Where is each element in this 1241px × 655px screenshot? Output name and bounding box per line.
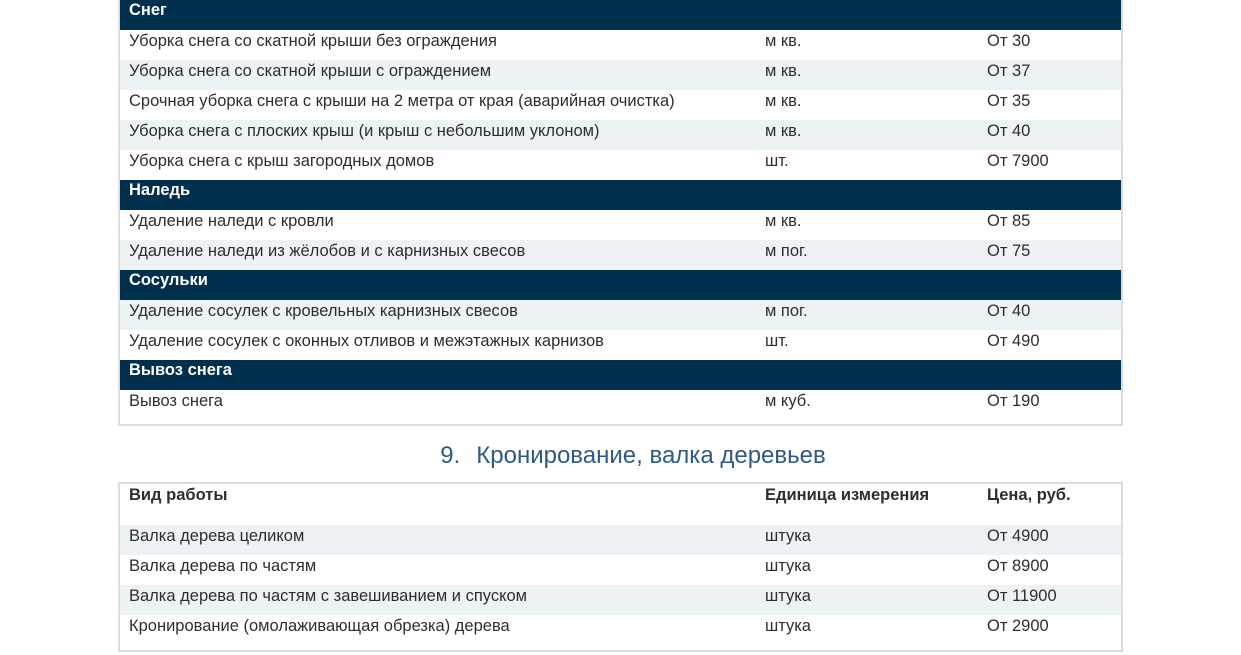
unit-cell: м кв. xyxy=(765,122,802,140)
unit-cell: шт. xyxy=(765,152,789,170)
price-cell: От 30 xyxy=(987,32,1031,50)
table-row: Вывоз снега м куб. От 190 xyxy=(120,390,1121,420)
table-row: Удаление сосулек с оконных отливов и меж… xyxy=(120,330,1121,360)
price-cell: От 40 xyxy=(987,302,1031,320)
column-header-work: Вид работы xyxy=(129,486,228,504)
work-cell: Кронирование (омолаживающая обрезка) дер… xyxy=(129,617,510,635)
group-title: Сосульки xyxy=(129,271,208,289)
work-cell: Срочная уборка снега с крыши на 2 метра … xyxy=(129,92,675,110)
table-row: Уборка снега с плоских крыш (и крыш с не… xyxy=(120,120,1121,150)
table-row: Кронирование (омолаживающая обрезка) дер… xyxy=(120,615,1121,645)
table-row: Уборка снега со скатной крыши с огражден… xyxy=(120,60,1121,90)
table-row: Удаление наледи из жёлобов и с карнизных… xyxy=(120,240,1121,270)
price-cell: От 8900 xyxy=(987,557,1049,575)
price-cell: От 37 xyxy=(987,62,1031,80)
unit-cell: м пог. xyxy=(765,242,808,260)
price-cell: От 190 xyxy=(987,392,1040,410)
group-header-ice: Наледь xyxy=(120,180,1121,210)
work-cell: Удаление наледи с кровли xyxy=(129,212,334,230)
work-cell: Удаление сосулек с кровельных карнизных … xyxy=(129,302,518,320)
table-header-row: Вид работы Единица измерения Цена, руб. xyxy=(120,484,1121,525)
work-cell: Уборка снега со скатной крыши с огражден… xyxy=(129,62,492,80)
column-header-price: Цена, руб. xyxy=(987,486,1071,504)
work-cell: Валка дерева по частям xyxy=(129,557,317,575)
work-cell: Валка дерева по частям с завешиванием и … xyxy=(129,587,527,605)
table-row: Валка дерева по частям с завешиванием и … xyxy=(120,585,1121,615)
unit-cell: м кв. xyxy=(765,62,802,80)
unit-cell: м куб. xyxy=(765,392,811,410)
table-row: Удаление наледи с кровли м кв. От 85 xyxy=(120,210,1121,240)
work-cell: Уборка снега с плоских крыш (и крыш с не… xyxy=(129,122,600,140)
group-title: Вывоз снега xyxy=(129,361,232,379)
work-cell: Уборка снега со скатной крыши без огражд… xyxy=(129,32,497,50)
unit-cell: штука xyxy=(765,617,811,635)
group-header-snow-removal: Вывоз снега xyxy=(120,360,1121,390)
section-heading: 9. Кронирование, валка деревьев xyxy=(0,441,1241,471)
price-cell: От 85 xyxy=(987,212,1031,230)
tree-work-price-table: Вид работы Единица измерения Цена, руб. … xyxy=(118,482,1123,652)
table-row: Уборка снега с крыш загородных домов шт.… xyxy=(120,150,1121,180)
price-cell: От 11900 xyxy=(987,587,1057,605)
work-cell: Удаление сосулек с оконных отливов и меж… xyxy=(129,332,604,350)
work-cell: Уборка снега с крыш загородных домов xyxy=(129,152,435,170)
group-header-snow: Снег xyxy=(120,0,1121,30)
price-cell: От 2900 xyxy=(987,617,1049,635)
table-row: Валка дерева целиком штука От 4900 xyxy=(120,525,1121,555)
unit-cell: м кв. xyxy=(765,212,802,230)
column-header-unit: Единица измерения xyxy=(765,486,930,504)
unit-cell: м кв. xyxy=(765,92,802,110)
work-cell: Удаление наледи из жёлобов и с карнизных… xyxy=(129,242,526,260)
table-row: Уборка снега со скатной крыши без огражд… xyxy=(120,30,1121,60)
section-number: 9. xyxy=(440,442,461,469)
section-title: Кронирование, валка деревьев xyxy=(476,442,826,469)
unit-cell: м пог. xyxy=(765,302,808,320)
table-row: Удаление сосулек с кровельных карнизных … xyxy=(120,300,1121,330)
unit-cell: шт. xyxy=(765,332,789,350)
group-title: Снег xyxy=(129,1,167,19)
unit-cell: м кв. xyxy=(765,32,802,50)
price-cell: От 40 xyxy=(987,122,1031,140)
price-cell: От 35 xyxy=(987,92,1031,110)
table-row: Валка дерева по частям штука От 8900 xyxy=(120,555,1121,585)
work-cell: Вывоз снега xyxy=(129,392,223,410)
price-cell: От 75 xyxy=(987,242,1031,260)
unit-cell: штука xyxy=(765,557,811,575)
unit-cell: штука xyxy=(765,527,811,545)
work-cell: Валка дерева целиком xyxy=(129,527,305,545)
unit-cell: штука xyxy=(765,587,811,605)
table-row: Срочная уборка снега с крыши на 2 метра … xyxy=(120,90,1121,120)
price-cell: От 490 xyxy=(987,332,1040,350)
snow-removal-price-table: Снег Уборка снега со скатной крыши без о… xyxy=(118,0,1123,426)
price-cell: От 4900 xyxy=(987,527,1049,545)
price-cell: От 7900 xyxy=(987,152,1049,170)
group-header-icicles: Сосульки xyxy=(120,270,1121,300)
group-title: Наледь xyxy=(129,181,191,199)
